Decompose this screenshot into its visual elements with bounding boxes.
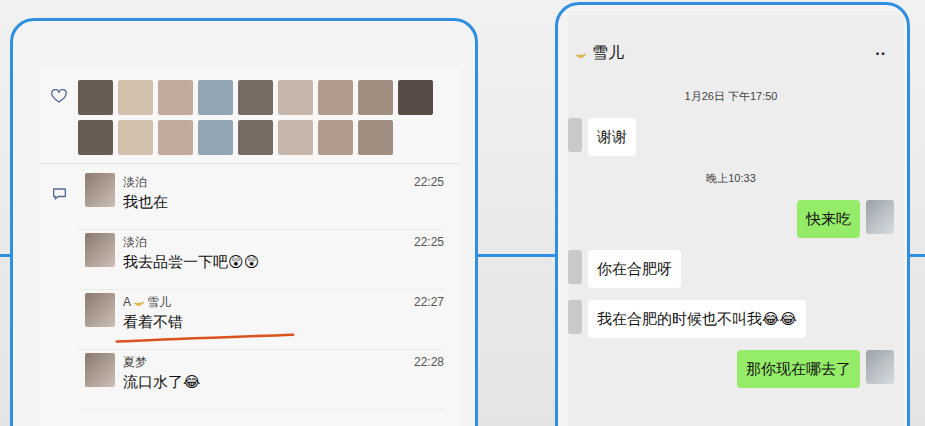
like-avatar[interactable] — [358, 120, 393, 155]
sent-message: 快来吃 — [568, 200, 894, 238]
comment-body: A 雪儿 22:27 看着不错 — [123, 293, 444, 345]
name-text: 淡泊 — [123, 233, 147, 251]
like-avatar[interactable] — [78, 80, 113, 115]
message-bubble[interactable]: 谢谢 — [588, 118, 636, 156]
like-avatar[interactable] — [118, 80, 153, 115]
commenter-name[interactable]: 夏梦 — [123, 353, 147, 371]
comment-bubble-icon — [52, 187, 67, 201]
comment-body: 淡泊 22:25 我也在 — [123, 173, 444, 225]
name-text: 雪儿 — [147, 293, 171, 311]
comment-text-wrap: 流口水了😂 — [123, 371, 201, 399]
commenter-name[interactable]: 淡泊 — [123, 173, 147, 191]
sent-message: 那你现在哪去了 — [568, 350, 894, 388]
commenter-name[interactable]: A 雪儿 — [123, 293, 171, 311]
timestamp: 1月26日 下午17:50 — [568, 88, 894, 104]
comment-time: 22:25 — [414, 173, 444, 191]
contact-avatar[interactable] — [568, 118, 582, 152]
contact-avatar[interactable] — [568, 250, 582, 284]
chat-panel: 雪儿 ·· 1月26日 下午17:50 谢谢晚上10:33 快来吃 你在合肥呀 我… — [555, 2, 910, 426]
comment-text: 我去品尝一下吧😲😲 — [123, 253, 259, 270]
moments-panel: 淡泊 22:25 我也在 淡泊 22:25 我去品尝一下吧😲😲 A 雪儿 22:… — [10, 18, 478, 426]
underline-mark — [115, 333, 295, 345]
moon-badge-icon — [574, 47, 588, 61]
like-avatar[interactable] — [238, 120, 273, 155]
comments-gutter — [40, 170, 78, 410]
comment-body: 淡泊 22:25 我去品尝一下吧😲😲 — [123, 233, 444, 285]
comment-time: 22:25 — [414, 233, 444, 251]
comment-row[interactable]: 淡泊 22:25 我去品尝一下吧😲😲 — [78, 230, 444, 290]
message-bubble[interactable]: 快来吃 — [797, 200, 860, 238]
message-bubble[interactable]: 那你现在哪去了 — [737, 350, 860, 388]
comment-list: 淡泊 22:25 我也在 淡泊 22:25 我去品尝一下吧😲😲 A 雪儿 22:… — [78, 170, 460, 410]
comment-head: A 雪儿 22:27 — [123, 293, 444, 311]
message-list: 1月26日 下午17:50 谢谢晚上10:33 快来吃 你在合肥呀 我在合肥的时候… — [568, 72, 894, 388]
comments-section: 淡泊 22:25 我也在 淡泊 22:25 我去品尝一下吧😲😲 A 雪儿 22:… — [40, 164, 460, 410]
like-avatar[interactable] — [398, 80, 433, 115]
like-avatar[interactable] — [198, 80, 233, 115]
commenter-avatar[interactable] — [85, 353, 115, 387]
received-message: 我在合肥的时候也不叫我😂😂 — [568, 300, 894, 338]
like-avatar[interactable] — [118, 120, 153, 155]
chat-screen: 雪儿 ·· 1月26日 下午17:50 谢谢晚上10:33 快来吃 你在合肥呀 我… — [568, 15, 904, 426]
comment-text-wrap: 我也在 — [123, 191, 168, 219]
like-avatar[interactable] — [278, 120, 313, 155]
like-avatar[interactable] — [158, 120, 193, 155]
stage: 淡泊 22:25 我也在 淡泊 22:25 我去品尝一下吧😲😲 A 雪儿 22:… — [0, 0, 925, 426]
message-bubble[interactable]: 我在合肥的时候也不叫我😂😂 — [588, 300, 806, 338]
moments-card: 淡泊 22:25 我也在 淡泊 22:25 我去品尝一下吧😲😲 A 雪儿 22:… — [40, 68, 460, 426]
comment-text-wrap: 看着不错 — [123, 311, 183, 339]
likes-row — [40, 68, 460, 164]
like-avatar[interactable] — [278, 80, 313, 115]
like-avatar[interactable] — [78, 120, 113, 155]
like-avatar[interactable] — [198, 120, 233, 155]
name-text: 夏梦 — [123, 353, 147, 371]
received-message: 谢谢 — [568, 118, 894, 156]
like-avatar[interactable] — [318, 120, 353, 155]
comment-row[interactable]: A 雪儿 22:27 看着不错 — [78, 290, 444, 350]
my-avatar[interactable] — [866, 350, 894, 384]
comment-time: 22:27 — [414, 293, 444, 311]
comment-text: 看着不错 — [123, 313, 183, 330]
moon-badge-icon — [132, 295, 146, 309]
comment-text-wrap: 我去品尝一下吧😲😲 — [123, 251, 259, 279]
commenter-avatar[interactable] — [85, 233, 115, 267]
comment-text: 我也在 — [123, 193, 168, 210]
message-bubble[interactable]: 你在合肥呀 — [588, 250, 681, 288]
chat-header: 雪儿 ·· — [568, 15, 894, 72]
comment-head: 淡泊 22:25 — [123, 233, 444, 251]
like-avatars — [78, 80, 433, 155]
chat-title: 雪儿 — [592, 43, 871, 64]
like-avatar[interactable] — [158, 80, 193, 115]
comment-row[interactable]: 夏梦 22:28 流口水了😂 — [78, 350, 444, 410]
commenter-avatar[interactable] — [85, 173, 115, 207]
comment-row[interactable]: 淡泊 22:25 我也在 — [78, 170, 444, 230]
comment-head: 淡泊 22:25 — [123, 173, 444, 191]
likes-gutter — [40, 80, 78, 155]
more-menu[interactable]: ·· — [875, 45, 890, 63]
contact-avatar[interactable] — [568, 300, 582, 334]
like-avatar[interactable] — [358, 80, 393, 115]
received-message: 你在合肥呀 — [568, 250, 894, 288]
like-avatar[interactable] — [318, 80, 353, 115]
comment-head: 夏梦 22:28 — [123, 353, 444, 371]
heart-icon — [51, 89, 67, 104]
commenter-name[interactable]: 淡泊 — [123, 233, 147, 251]
timestamp: 晚上10:33 — [568, 170, 894, 186]
name-prefix: A — [123, 293, 131, 311]
like-avatar[interactable] — [238, 80, 273, 115]
my-avatar[interactable] — [866, 200, 894, 234]
name-text: 淡泊 — [123, 173, 147, 191]
comment-time: 22:28 — [414, 353, 444, 371]
comment-text: 流口水了😂 — [123, 373, 201, 390]
commenter-avatar[interactable] — [85, 293, 115, 327]
comment-body: 夏梦 22:28 流口水了😂 — [123, 353, 444, 405]
